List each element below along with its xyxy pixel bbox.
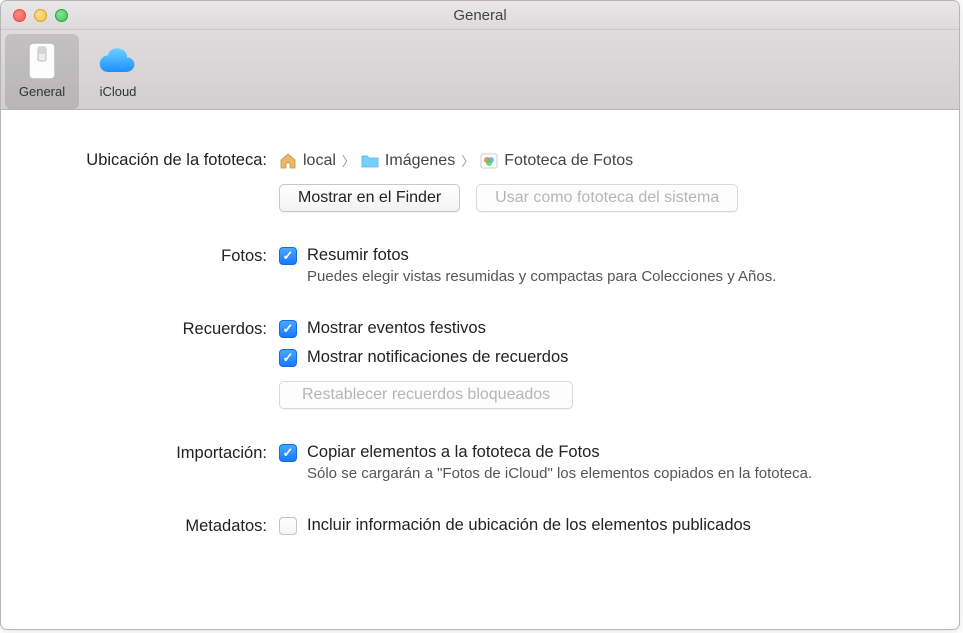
toolbar: General iCloud: [1, 30, 959, 110]
include-location-checkbox[interactable]: [279, 517, 297, 535]
photos-label: Fotos:: [31, 246, 279, 285]
switch-icon: [21, 40, 63, 82]
summarize-photos-label: Resumir fotos: [307, 246, 409, 265]
crumb-library-label: Fototeca de Fotos: [504, 152, 633, 170]
copy-items-checkbox[interactable]: ✓: [279, 444, 297, 462]
copy-items-label: Copiar elementos a la fototeca de Fotos: [307, 443, 600, 462]
crumb-pictures-label: Imágenes: [385, 152, 455, 170]
memories-label: Recuerdos:: [31, 319, 279, 409]
use-as-system-library-button: Usar como fototeca del sistema: [476, 184, 738, 212]
show-holiday-events-label: Mostrar eventos festivos: [307, 319, 486, 338]
metadata-label: Metadatos:: [31, 516, 279, 536]
window-title: General: [1, 7, 959, 24]
summarize-photos-desc: Puedes elegir vistas resumidas y compact…: [307, 268, 929, 285]
copy-items-desc: Sólo se cargarán a "Fotos de iCloud" los…: [307, 465, 929, 482]
check-icon: ✓: [283, 248, 294, 264]
check-icon: ✓: [283, 445, 294, 461]
crumb-home-label: local: [303, 152, 336, 170]
tab-icloud-label: iCloud: [100, 84, 137, 99]
chevron-right-icon: 〉: [461, 151, 474, 170]
content-area: Ubicación de la fototeca: local 〉 I: [1, 110, 959, 572]
summarize-photos-checkbox[interactable]: ✓: [279, 247, 297, 265]
crumb-home[interactable]: local: [279, 152, 336, 170]
show-holiday-events-checkbox[interactable]: ✓: [279, 320, 297, 338]
tab-icloud[interactable]: iCloud: [81, 34, 155, 109]
titlebar: General: [1, 1, 959, 30]
crumb-library[interactable]: Fototeca de Fotos: [480, 152, 633, 170]
reset-blocked-memories-button: Restablecer recuerdos bloqueados: [279, 381, 573, 409]
photos-library-icon: [480, 153, 498, 169]
breadcrumb: local 〉 Imágenes 〉: [279, 150, 929, 170]
show-in-finder-button[interactable]: Mostrar en el Finder: [279, 184, 460, 212]
show-memory-notifications-checkbox[interactable]: ✓: [279, 349, 297, 367]
home-icon: [279, 153, 297, 169]
tab-general[interactable]: General: [5, 34, 79, 109]
chevron-right-icon: 〉: [342, 151, 355, 170]
folder-icon: [361, 154, 379, 168]
library-location-label: Ubicación de la fototeca:: [31, 150, 279, 212]
icloud-icon: [97, 40, 139, 82]
importing-label: Importación:: [31, 443, 279, 482]
include-location-label: Incluir información de ubicación de los …: [307, 516, 751, 535]
check-icon: ✓: [283, 350, 294, 366]
tab-general-label: General: [19, 84, 65, 99]
show-memory-notifications-label: Mostrar notificaciones de recuerdos: [307, 348, 568, 367]
check-icon: ✓: [283, 321, 294, 337]
preferences-window: General General: [0, 0, 960, 630]
crumb-pictures[interactable]: Imágenes: [361, 152, 455, 170]
